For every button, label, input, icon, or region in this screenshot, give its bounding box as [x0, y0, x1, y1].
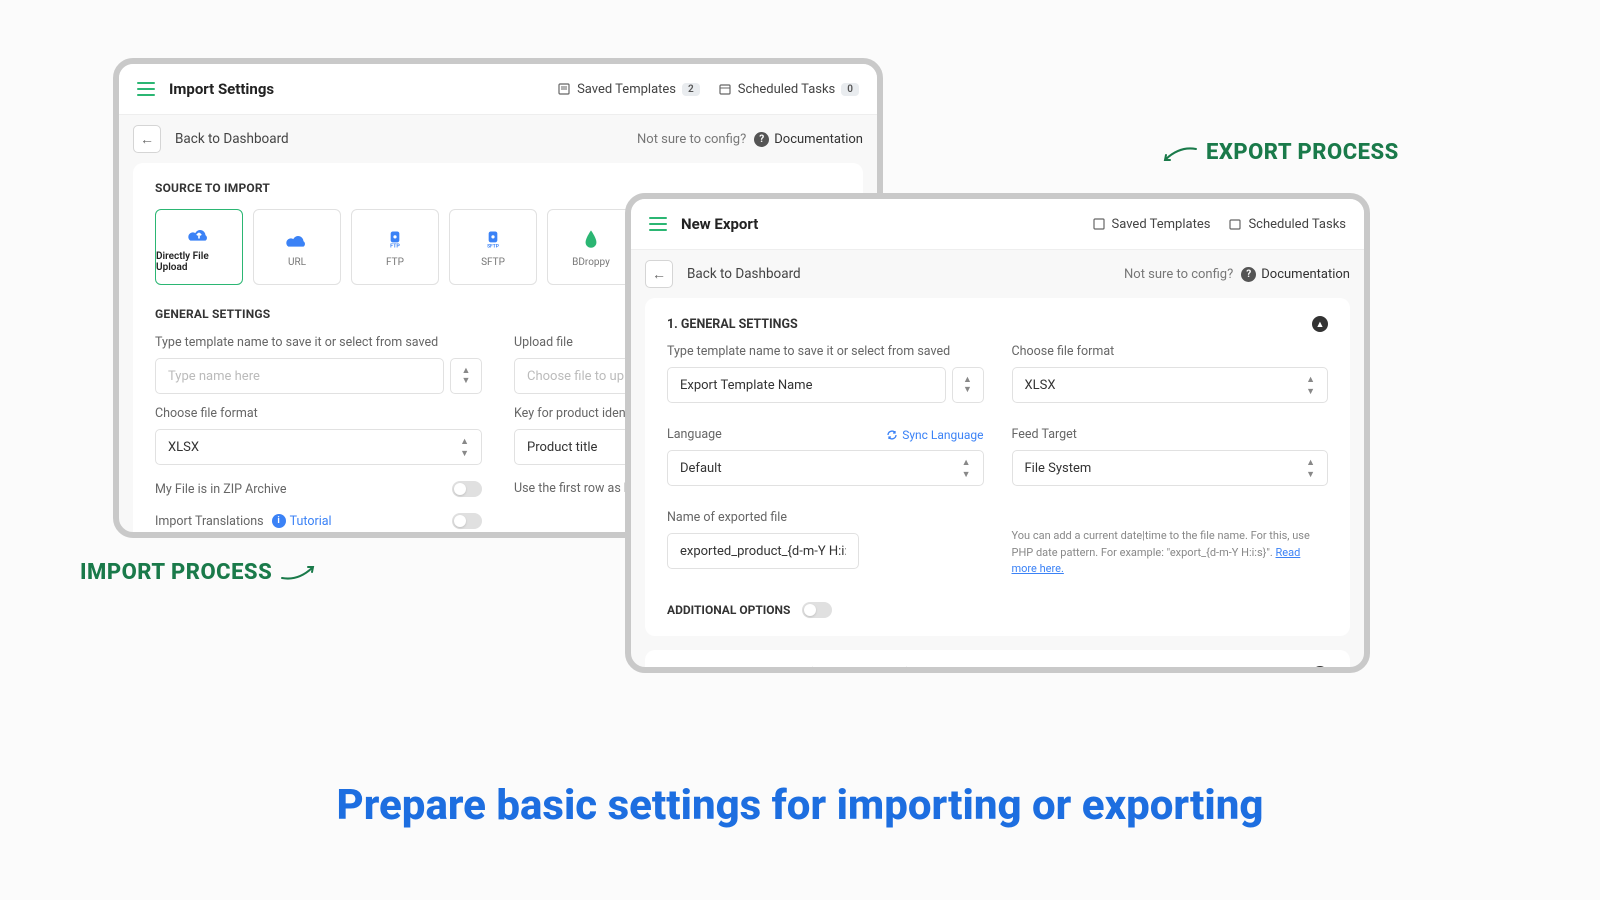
template-dropdown-button[interactable]: ▲▼ — [952, 367, 984, 403]
help-icon: ? — [1241, 267, 1256, 282]
export-annotation: EXPORT PROCESS — [1158, 140, 1399, 165]
chevron-icon: ▲▼ — [962, 457, 971, 480]
scheduled-tasks-link[interactable]: Scheduled Tasks 0 — [718, 82, 859, 97]
file-format-label: Choose file format — [155, 406, 482, 421]
import-translations-label: Import Translations — [155, 514, 264, 529]
additional-options-toggle[interactable] — [802, 602, 832, 618]
section-1-label: 1. GENERAL SETTINGS — [667, 317, 798, 332]
headline: Prepare basic settings for importing or … — [0, 781, 1600, 830]
language-label: Language — [667, 427, 722, 442]
help-icon: ? — [754, 132, 769, 147]
export-template-input[interactable] — [667, 367, 946, 403]
section-2-card[interactable]: 2. FILTER BY PRODUCTS (COLUMN FILTER) ▼ — [645, 650, 1350, 674]
arrow-icon — [280, 563, 320, 583]
tasks-count-badge: 0 — [841, 83, 859, 96]
documentation-link[interactable]: ? Documentation — [1241, 267, 1350, 282]
file-format-select[interactable]: XLSX ▲▼ — [155, 429, 482, 465]
arrow-icon — [1158, 143, 1198, 163]
config-hint: Not sure to config? — [637, 132, 746, 147]
svg-text:SFTP: SFTP — [487, 243, 499, 248]
source-url[interactable]: URL — [253, 209, 341, 285]
additional-options-label: ADDITIONAL OPTIONS — [667, 603, 790, 617]
chevron-icon: ▲▼ — [1306, 457, 1315, 480]
export-title: New Export — [681, 215, 758, 233]
templates-count-badge: 2 — [682, 83, 700, 96]
import-title: Import Settings — [169, 80, 274, 98]
export-topbar: New Export Saved Templates Scheduled Tas… — [631, 199, 1364, 250]
ftp-icon: FTP — [382, 227, 408, 249]
filename-helper: You can add a current date|time to the f… — [1012, 528, 1329, 578]
language-select[interactable]: Default ▲▼ — [667, 450, 984, 486]
export-format-select[interactable]: XLSX ▲▼ — [1012, 367, 1329, 403]
back-label[interactable]: Back to Dashboard — [175, 131, 289, 147]
export-format-label: Choose file format — [1012, 344, 1329, 359]
template-name-input[interactable] — [155, 358, 444, 394]
import-subbar: ← Back to Dashboard Not sure to config? … — [119, 115, 877, 163]
saved-templates-link[interactable]: Saved Templates 2 — [557, 82, 700, 97]
collapse-button[interactable]: ▲ — [1312, 316, 1328, 332]
template-icon — [557, 82, 571, 96]
tutorial-link[interactable]: Tutorial — [290, 514, 332, 529]
template-icon — [1092, 217, 1106, 231]
template-dropdown-button[interactable]: ▲▼ — [450, 358, 482, 394]
import-topbar: Import Settings Saved Templates 2 Schedu… — [119, 64, 877, 115]
bdroppy-icon — [578, 227, 604, 249]
export-general-card: 1. GENERAL SETTINGS ▲ Type template name… — [645, 298, 1350, 636]
source-bdroppy[interactable]: BDroppy — [547, 209, 635, 285]
export-template-label: Type template name to save it or select … — [667, 344, 984, 359]
documentation-link[interactable]: ? Documentation — [754, 132, 863, 147]
sync-language-link[interactable]: Sync Language — [886, 428, 983, 442]
translations-toggle[interactable] — [452, 513, 482, 529]
config-hint: Not sure to config? — [1124, 267, 1233, 282]
cloud-link-icon — [284, 227, 310, 249]
template-name-label: Type template name to save it or select … — [155, 335, 482, 350]
expand-button[interactable]: ▼ — [1312, 666, 1328, 674]
chevron-icon: ▲▼ — [460, 436, 469, 459]
calendar-icon — [1228, 217, 1242, 231]
calendar-icon — [718, 82, 732, 96]
back-label[interactable]: Back to Dashboard — [687, 266, 801, 282]
zip-toggle[interactable] — [452, 481, 482, 497]
svg-text:FTP: FTP — [390, 243, 400, 248]
back-button[interactable]: ← — [133, 125, 161, 153]
cloud-upload-icon — [186, 221, 212, 243]
back-button[interactable]: ← — [645, 260, 673, 288]
scheduled-tasks-link[interactable]: Scheduled Tasks — [1228, 217, 1346, 232]
filename-label: Name of exported file — [667, 510, 984, 525]
source-ftp[interactable]: FTP FTP — [351, 209, 439, 285]
info-icon[interactable]: i — [272, 514, 286, 528]
feed-target-select[interactable]: File System ▲▼ — [1012, 450, 1329, 486]
zip-archive-label: My File is in ZIP Archive — [155, 482, 287, 497]
import-annotation: IMPORT PROCESS — [80, 560, 320, 585]
menu-icon[interactable] — [137, 82, 155, 96]
chevron-icon: ▲▼ — [1306, 374, 1315, 397]
menu-icon[interactable] — [649, 217, 667, 231]
filename-input[interactable] — [667, 533, 859, 569]
sftp-icon: SFTP — [480, 227, 506, 249]
source-sftp[interactable]: SFTP SFTP — [449, 209, 537, 285]
saved-templates-link[interactable]: Saved Templates — [1092, 217, 1211, 232]
export-panel: New Export Saved Templates Scheduled Tas… — [625, 193, 1370, 673]
export-subbar: ← Back to Dashboard Not sure to config? … — [631, 250, 1364, 298]
feed-target-label: Feed Target — [1012, 427, 1329, 442]
source-direct-upload[interactable]: Directly File Upload — [155, 209, 243, 285]
sync-icon — [886, 429, 898, 441]
